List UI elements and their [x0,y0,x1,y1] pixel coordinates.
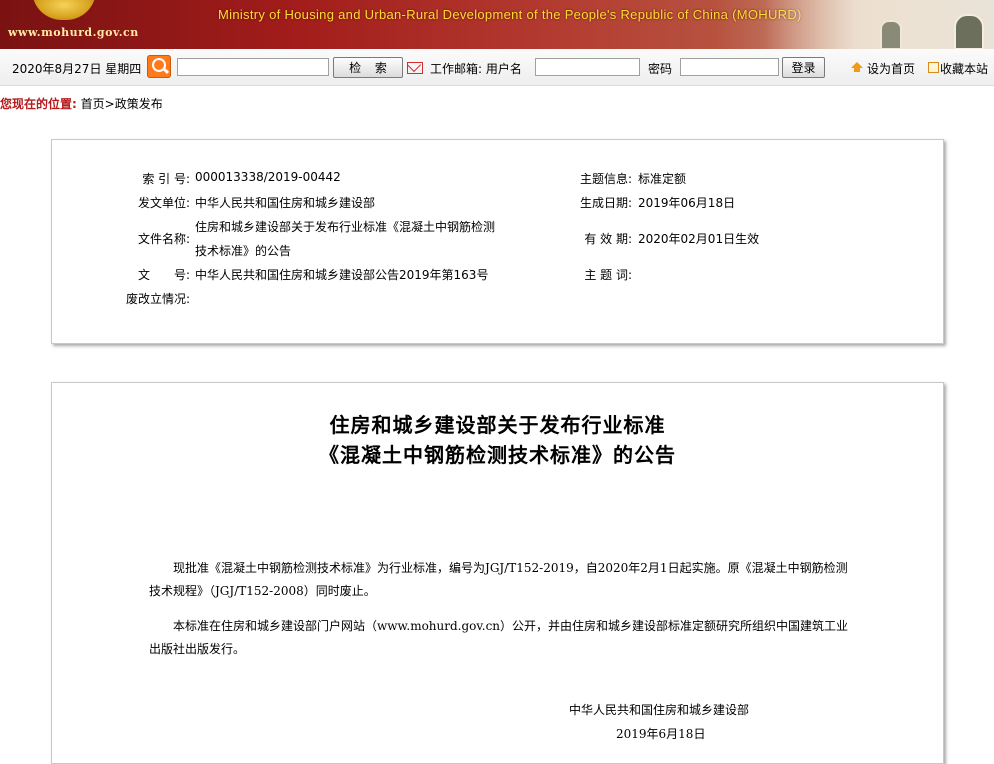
validity-value: 2020年02月01日生效 [638,232,760,246]
password-input[interactable] [680,58,779,76]
created-date-label: 生成日期: [579,196,632,210]
created-date-value: 2019年06月18日 [638,196,736,210]
bookmark-icon [928,62,939,73]
add-favorite-link[interactable]: 收藏本站 [940,60,988,77]
username-input[interactable] [535,58,640,76]
filename-value-line1: 住房和城乡建设部关于发布行业标准《混凝土中钢筋检测 [195,220,496,234]
breadcrumb-lead: 您现在的位置: [0,97,77,111]
breadcrumb-current-link[interactable]: 政策发布 [115,97,163,111]
mail-icon [407,62,423,74]
mail-username-label: 工作邮箱: 用户名 [430,62,522,76]
validity-label: 有 效 期: [584,232,632,246]
filename-label: 文件名称: [137,232,190,246]
search-icon[interactable] [147,55,171,78]
document-sign-date: 2019年6月18日 [616,727,706,741]
home-icon [851,62,863,72]
current-date: 2020年8月27日 星期四 [12,62,142,76]
document-content-box: 住房和城乡建设部关于发布行业标准 《混凝土中钢筋检测技术标准》的公告 现批准《混… [51,382,944,764]
site-banner: www.mohurd.gov.cn Ministry of Housing an… [0,0,994,49]
login-button[interactable]: 登录 [782,57,825,78]
document-metadata-box: 索 引 号: 000013338/2019-00442 发文单位: 中华人民共和… [51,139,944,344]
keywords-label: 主 题 词: [584,268,632,282]
top-toolbar: 2020年8月27日 星期四 检 索 工作邮箱: 用户名 密码 登录 设为首页 … [0,49,994,86]
document-title: 住房和城乡建设部关于发布行业标准 《混凝土中钢筋检测技术标准》的公告 [52,410,943,470]
breadcrumb-home-link[interactable]: 首页 [81,97,105,111]
doc-number-value: 中华人民共和国住房和城乡建设部公告2019年第163号 [195,268,489,282]
topic-value: 标准定额 [638,172,687,186]
index-value: 000013338/2019-00442 [195,170,341,184]
document-paragraph-2: 本标准在住房和城乡建设部门户网站（www.mohurd.gov.cn）公开，并由… [149,619,849,656]
doc-number-label: 文 号: [137,268,190,282]
ministry-name: Ministry of Housing and Urban-Rural Deve… [218,7,802,22]
breadcrumb-separator: > [104,97,115,111]
national-emblem-icon [32,0,96,20]
breadcrumb: 您现在的位置: 首页>政策发布 [0,95,163,112]
building-window-icon [954,14,984,49]
document-title-line2: 《混凝土中钢筋检测技术标准》的公告 [319,443,676,467]
password-label: 密码 [648,62,673,76]
document-paragraph-1: 现批准《混凝土中钢筋检测技术标准》为行业标准，编号为JGJ/T152-2019，… [149,561,848,598]
filename-value-line2: 技术标准》的公告 [195,244,292,258]
building-window-icon [880,20,902,49]
document-signer: 中华人民共和国住房和城乡建设部 [569,703,750,717]
topic-label: 主题信息: [579,172,632,186]
set-home-link[interactable]: 设为首页 [867,60,915,77]
site-url: www.mohurd.gov.cn [8,26,139,39]
issuer-label: 发文单位: [137,196,190,210]
search-input[interactable] [177,58,329,76]
document-title-line1: 住房和城乡建设部关于发布行业标准 [329,413,666,437]
abolish-label: 废改立情况: [125,292,190,306]
search-button[interactable]: 检 索 [333,57,403,78]
issuer-value: 中华人民共和国住房和城乡建设部 [195,196,376,210]
index-label: 索 引 号: [142,172,190,186]
